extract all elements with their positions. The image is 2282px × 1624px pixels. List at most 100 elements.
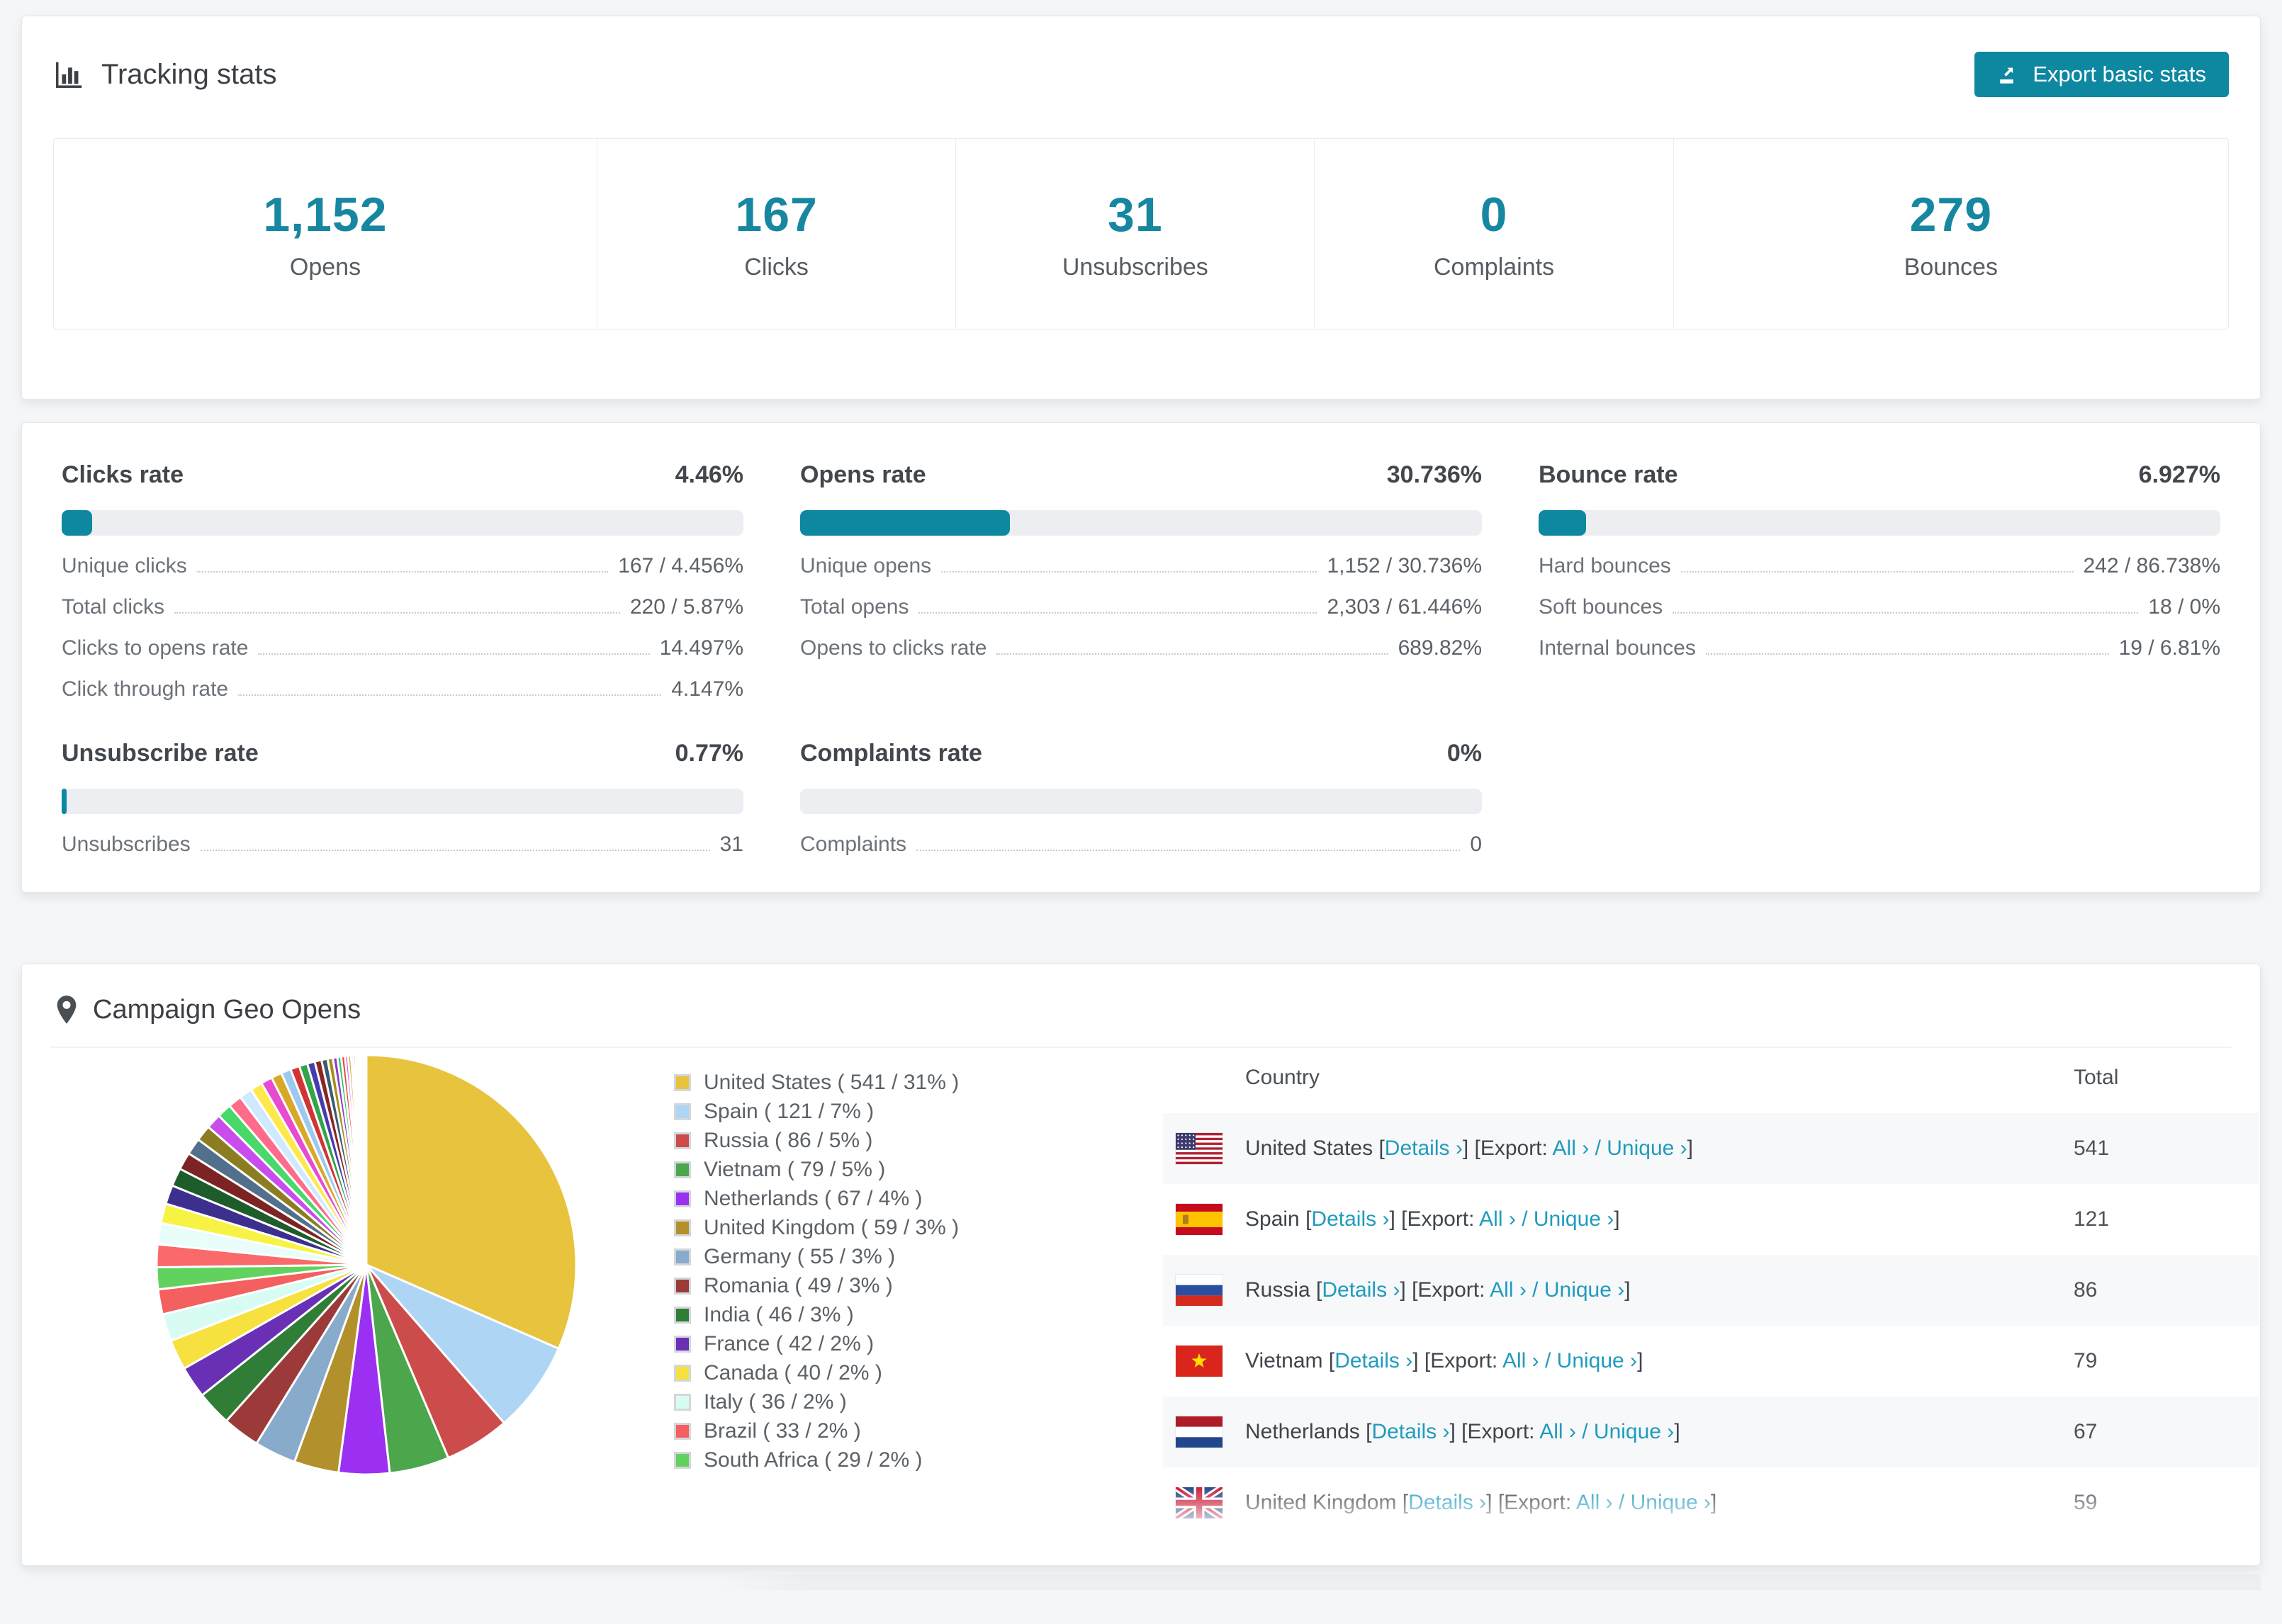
rate-section-bounce-rate: Bounce rate 6.927% Hard bounces 242 / 86… — [1539, 461, 2220, 700]
link-separator: / — [1522, 1207, 1528, 1231]
rate-title: Unsubscribe rate — [62, 740, 259, 767]
legend-label: Spain ( 121 / 7% ) — [704, 1100, 875, 1123]
dotted-leader — [1680, 571, 2074, 573]
table-row-netherlands: Netherlands [Details ›] [Export: All › /… — [1163, 1397, 2259, 1467]
export-all-link[interactable]: All › — [1539, 1420, 1576, 1443]
link-separator: / — [1544, 1349, 1551, 1372]
flag-cell — [1163, 1132, 1245, 1165]
dotted-leader — [1705, 653, 2109, 655]
details-link[interactable]: Details › — [1322, 1278, 1400, 1302]
rate-title: Opens rate — [800, 461, 926, 488]
rate-row: Clicks to opens rate 14.497% — [62, 638, 743, 659]
country-name: Germany — [1245, 1562, 1332, 1565]
legend-item-united-states: United States ( 541 / 31% ) — [674, 1071, 960, 1094]
legend-swatch — [674, 1190, 691, 1207]
link-separator: / — [1582, 1420, 1588, 1443]
flag-cell — [1163, 1203, 1245, 1236]
tracking-stats-header: Tracking stats Export basic stats — [53, 52, 2229, 97]
total-cell: 79 — [2074, 1349, 2098, 1372]
summary-stats: 1,152 Opens 167 Clicks 31 Unsubscribes 0 Compla… — [53, 138, 2229, 329]
stat-value: 167 — [735, 187, 818, 242]
progress-bar-track — [800, 789, 1482, 814]
geo-pie-legend: United States ( 541 / 31% ) Spain ( 121 /… — [674, 1071, 960, 1472]
geo-opens-pie-chart[interactable] — [154, 1052, 579, 1477]
geo-opens-title: Campaign Geo Opens — [93, 994, 361, 1025]
rate-title: Bounce rate — [1539, 461, 1678, 488]
export-all-link[interactable]: All › — [1479, 1207, 1516, 1231]
export-unique-link[interactable]: Unique › — [1594, 1420, 1674, 1443]
rate-title: Complaints rate — [800, 740, 982, 767]
rate-row-value: 220 / 5.87% — [629, 595, 743, 619]
export-all-link[interactable]: All › — [1490, 1278, 1527, 1302]
link-separator: / — [1595, 1137, 1601, 1160]
details-link[interactable]: Details › — [1311, 1207, 1389, 1231]
country-name: Spain — [1245, 1207, 1300, 1231]
legend-label: United States ( 541 / 31% ) — [704, 1071, 960, 1094]
country-cell: Vietnam [Details ›] [Export: All › / Uni… — [1245, 1349, 1643, 1372]
legend-label: Netherlands ( 67 / 4% ) — [704, 1187, 923, 1210]
total-cell: 121 — [2074, 1207, 2110, 1231]
stat-value: 279 — [1909, 187, 1993, 242]
column-header-total: Total — [2074, 1066, 2119, 1089]
dotted-leader — [200, 850, 710, 851]
rate-rows: Unsubscribes 31 — [62, 834, 743, 855]
rate-row-value: 14.497% — [659, 636, 743, 660]
vietnam-flag-icon — [1175, 1345, 1223, 1377]
country-name: Vietnam — [1245, 1349, 1323, 1372]
export-unique-link[interactable]: Unique › — [1567, 1562, 1647, 1565]
rate-row: Opens to clicks rate 689.82% — [800, 638, 1482, 659]
export-unique-link[interactable]: Unique › — [1534, 1207, 1614, 1231]
dotted-leader — [196, 571, 609, 573]
rate-row-label: Unique clicks — [62, 554, 187, 577]
dotted-leader — [238, 694, 662, 696]
legend-label: Romania ( 49 / 3% ) — [704, 1274, 893, 1297]
legend-label: Russia ( 86 / 5% ) — [704, 1129, 873, 1152]
export-icon — [2000, 67, 2014, 84]
tracking-stats-title: Tracking stats — [101, 58, 277, 90]
details-link[interactable]: Details › — [1334, 1349, 1412, 1372]
details-link[interactable]: Details › — [1408, 1491, 1486, 1514]
details-link[interactable]: Details › — [1385, 1137, 1463, 1160]
legend-swatch — [674, 1423, 691, 1440]
export-unique-link[interactable]: Unique › — [1607, 1137, 1687, 1160]
rate-value: 0.77% — [675, 740, 743, 767]
country-name: United Kingdom — [1245, 1491, 1397, 1514]
flag-cell — [1163, 1274, 1245, 1307]
legend-item-united-kingdom: United Kingdom ( 59 / 3% ) — [674, 1216, 959, 1239]
summary-stat-clicks: 167 Clicks — [597, 139, 957, 329]
dashboard-page: Tracking stats Export basic stats 1,152 O… — [0, 0, 2282, 1624]
export-unique-link[interactable]: Unique › — [1544, 1278, 1624, 1302]
legend-label: South Africa ( 29 / 2% ) — [704, 1448, 923, 1472]
link-separator: / — [1618, 1491, 1625, 1514]
export-all-link[interactable]: All › — [1512, 1562, 1549, 1565]
export-all-link[interactable]: All › — [1502, 1349, 1539, 1372]
export-unique-link[interactable]: Unique › — [1557, 1349, 1637, 1372]
page-bottom-strip — [21, 1574, 2261, 1590]
rate-row-label: Total clicks — [62, 595, 165, 619]
country-name: Netherlands — [1245, 1420, 1360, 1443]
stat-label: Clicks — [744, 253, 809, 281]
progress-bar-fill — [62, 510, 92, 536]
united-kingdom-flag-icon — [1175, 1487, 1223, 1519]
details-link[interactable]: Details › — [1344, 1562, 1422, 1565]
page-title: Tracking stats — [53, 58, 276, 91]
dotted-leader — [941, 571, 1317, 573]
rate-row-value: 1,152 / 30.736% — [1327, 554, 1482, 577]
stat-label: Unsubscribes — [1062, 253, 1208, 281]
export-all-link[interactable]: All › — [1553, 1137, 1590, 1160]
legend-label: Italy ( 36 / 2% ) — [704, 1390, 847, 1414]
details-link[interactable]: Details › — [1371, 1420, 1449, 1443]
rate-section-complaints-rate: Complaints rate 0% Complaints 0 — [800, 740, 1482, 855]
rate-row: Unique opens 1,152 / 30.736% — [800, 556, 1482, 577]
link-separator: / — [1532, 1278, 1539, 1302]
export-basic-stats-button[interactable]: Export basic stats — [1974, 52, 2229, 97]
rate-row-value: 0 — [1470, 833, 1482, 856]
rate-row: Hard bounces 242 / 86.738% — [1539, 556, 2220, 577]
export-unique-link[interactable]: Unique › — [1631, 1491, 1711, 1514]
legend-swatch — [674, 1161, 691, 1178]
country-name: Russia — [1245, 1278, 1310, 1302]
tracking-stats-card: Tracking stats Export basic stats 1,152 O… — [21, 16, 2261, 400]
netherlands-flag-icon — [1175, 1416, 1223, 1448]
export-all-link[interactable]: All › — [1576, 1491, 1613, 1514]
rates-grid: Clicks rate 4.46% Unique clicks 167 / 4.… — [62, 461, 2220, 855]
